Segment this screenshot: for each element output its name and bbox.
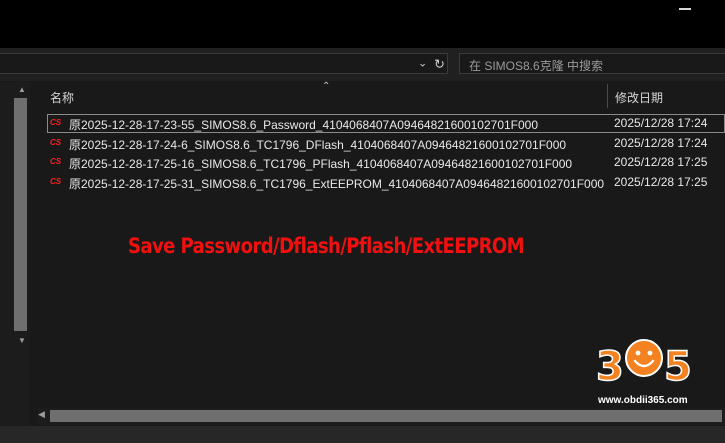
file-row[interactable]: CS 原2025-12-28-17-25-16_SIMOS8.6_TC1796_…: [47, 153, 725, 172]
file-date: 2025/12/28 17:24: [614, 116, 708, 130]
file-row[interactable]: CS 原2025-12-28-17-24-6_SIMOS8.6_TC1796_D…: [47, 134, 725, 153]
toolbar: ⌄ ↻ 在 SIMOS8.6克隆 中搜索: [0, 48, 725, 81]
svg-text:3: 3: [596, 344, 624, 390]
status-bar: [0, 426, 725, 443]
watermark-url: www.obdii365.com: [598, 395, 688, 406]
file-row[interactable]: CS 原2025-12-28-17-23-55_SIMOS8.6_Passwor…: [47, 114, 725, 133]
file-type-icon: CS: [50, 157, 62, 166]
minimize-icon[interactable]: [679, 8, 691, 10]
file-type-icon: CS: [50, 138, 62, 147]
search-input[interactable]: 在 SIMOS8.6克隆 中搜索: [459, 53, 725, 74]
overlay-caption: Save Password/Dflash/Pflash/ExtEEPROM: [128, 234, 525, 258]
window-titlebar: [0, 0, 725, 48]
file-name: 原2025-12-28-17-23-55_SIMOS8.6_Password_4…: [69, 118, 539, 132]
scroll-up-icon[interactable]: ▲: [18, 85, 26, 94]
sort-ascending-icon: ⌃: [322, 81, 331, 92]
svg-text:5: 5: [664, 344, 692, 390]
column-header-date[interactable]: 修改日期: [615, 89, 663, 106]
file-type-icon: CS: [50, 177, 62, 186]
horizontal-scrollbar-thumb[interactable]: [50, 410, 722, 422]
scroll-left-icon[interactable]: ◀: [38, 409, 45, 420]
horizontal-scrollbar[interactable]: ◀: [38, 408, 725, 425]
file-date: 2025/12/28 17:25: [614, 175, 708, 189]
file-date: 2025/12/28 17:25: [614, 155, 708, 169]
vertical-scrollbar-thumb[interactable]: [14, 98, 27, 331]
chevron-down-icon[interactable]: ⌄: [418, 58, 427, 69]
search-placeholder: 在 SIMOS8.6克隆 中搜索: [469, 59, 604, 73]
file-name: 原2025-12-28-17-24-6_SIMOS8.6_TC1796_DFla…: [69, 138, 567, 152]
file-row[interactable]: CS 原2025-12-28-17-25-31_SIMOS8.6_TC1796_…: [47, 173, 725, 192]
file-type-icon: CS: [50, 118, 62, 127]
column-header-name[interactable]: 名称: [50, 89, 74, 106]
file-name: 原2025-12-28-17-25-16_SIMOS8.6_TC1796_PFl…: [69, 157, 573, 171]
refresh-icon[interactable]: ↻: [434, 57, 445, 70]
file-date: 2025/12/28 17:24: [614, 136, 708, 150]
address-bar[interactable]: ⌄ ↻: [0, 53, 448, 74]
file-name: 原2025-12-28-17-25-31_SIMOS8.6_TC1796_Ext…: [69, 177, 605, 191]
column-separator[interactable]: [607, 84, 608, 108]
scroll-down-icon[interactable]: ▼: [18, 336, 26, 345]
